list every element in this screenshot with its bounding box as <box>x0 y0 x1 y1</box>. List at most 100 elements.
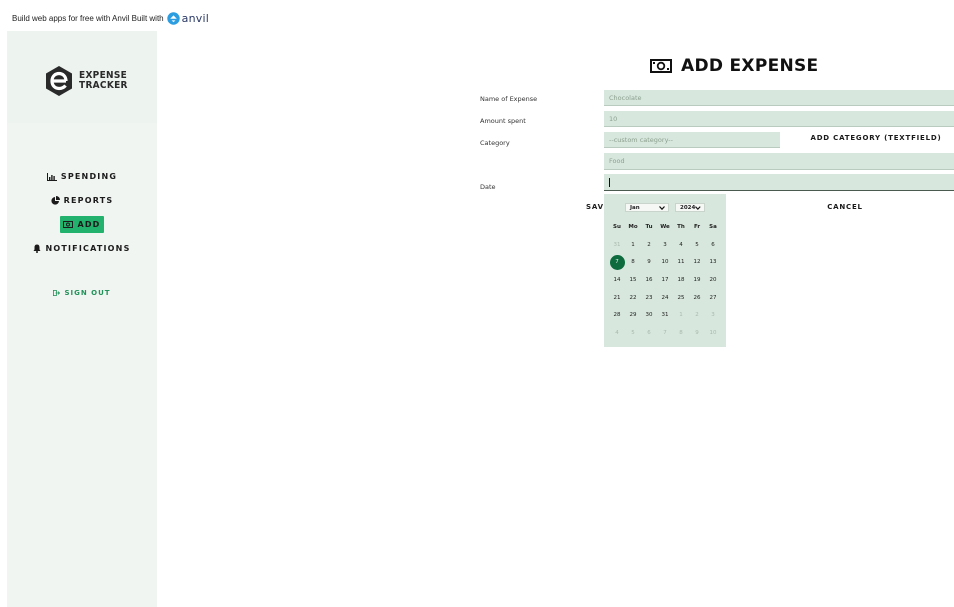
expense-tracker-logo-icon <box>46 66 72 96</box>
calendar-day[interactable]: 25 <box>673 289 689 307</box>
calendar-day[interactable]: 16 <box>641 271 657 289</box>
anvil-logo[interactable]: anvil <box>166 11 209 25</box>
chevron-down-icon <box>659 205 665 210</box>
weekday-header: Sa <box>709 223 717 230</box>
calendar-day[interactable]: 28 <box>609 306 625 324</box>
sidebar: EXPENSE TRACKER SPENDING REPORTS ADD NOT… <box>7 31 157 607</box>
calendar-day[interactable]: 14 <box>609 271 625 289</box>
amount-label: Amount spent <box>480 117 526 125</box>
calendar-day[interactable]: 2 <box>689 306 705 324</box>
calendar-day[interactable]: 3 <box>657 236 673 254</box>
page-title-text: ADD EXPENSE <box>681 56 819 76</box>
calendar-day[interactable]: 9 <box>641 253 657 271</box>
nav-notifications[interactable]: NOTIFICATIONS <box>7 244 157 253</box>
calendar-grid: Su Mo Tu We Th Fr Sa 31 1 2 3 4 5 6 7 8 9 10 11 12 13 14 15 16 1… <box>609 218 721 342</box>
weekday-header: Su <box>613 223 621 230</box>
calendar-day[interactable]: 4 <box>609 324 625 342</box>
calendar-day[interactable]: 5 <box>625 324 641 342</box>
amount-input[interactable]: 10 <box>604 111 954 127</box>
custom-category-input[interactable]: --custom category-- <box>604 132 780 148</box>
nav-spending-label: SPENDING <box>60 172 118 181</box>
calendar-day[interactable]: 19 <box>689 271 705 289</box>
nav-add-label: ADD <box>77 220 101 229</box>
calendar-day[interactable]: 31 <box>609 236 625 254</box>
sign-out-icon <box>53 290 61 296</box>
calendar-day[interactable]: 1 <box>625 236 641 254</box>
weekday-header: Mo <box>628 223 638 230</box>
weekday-header: We <box>660 223 670 230</box>
calendar-day[interactable]: 7 <box>657 324 673 342</box>
calendar-day[interactable]: 7 <box>609 253 625 271</box>
calendar-day[interactable]: 10 <box>657 253 673 271</box>
text-caret <box>609 177 610 187</box>
calendar-day[interactable]: 4 <box>673 236 689 254</box>
calendar-day[interactable]: 23 <box>641 289 657 307</box>
app-logo[interactable]: EXPENSE TRACKER <box>43 65 128 97</box>
calendar-day[interactable]: 21 <box>609 289 625 307</box>
sign-out-link[interactable]: SIGN OUT <box>7 289 157 297</box>
calendar-day[interactable]: 12 <box>689 253 705 271</box>
date-label: Date <box>480 183 496 191</box>
calendar-day[interactable]: 5 <box>689 236 705 254</box>
month-select[interactable]: Jan <box>625 203 669 212</box>
calendar-day[interactable]: 6 <box>705 236 721 254</box>
calendar-day[interactable]: 8 <box>673 324 689 342</box>
weekday-header: Th <box>677 223 685 230</box>
calendar-day[interactable]: 24 <box>657 289 673 307</box>
calendar-day[interactable]: 6 <box>641 324 657 342</box>
weekday-header: Tu <box>645 223 653 230</box>
bar-chart-icon <box>46 172 57 181</box>
category-select[interactable]: Food <box>604 153 954 170</box>
anvil-icon <box>166 11 180 25</box>
calendar-day[interactable]: 26 <box>689 289 705 307</box>
calendar-day[interactable]: 30 <box>641 306 657 324</box>
selected-day: 7 <box>609 254 625 270</box>
page-title: ADD EXPENSE <box>650 56 818 76</box>
calendar-day[interactable]: 17 <box>657 271 673 289</box>
category-label: Category <box>480 139 510 147</box>
calendar-day[interactable]: 18 <box>673 271 689 289</box>
calendar-header: Jan 2024 <box>604 203 726 212</box>
anvil-banner[interactable]: Build web apps for free with Anvil Built… <box>12 10 209 26</box>
pie-chart-icon <box>51 196 60 205</box>
calendar-day[interactable]: 1 <box>673 306 689 324</box>
calendar-day[interactable]: 3 <box>705 306 721 324</box>
date-input[interactable] <box>604 174 954 191</box>
year-value: 2024 <box>680 204 696 211</box>
year-select[interactable]: 2024 <box>675 203 705 212</box>
date-picker-calendar: Jan 2024 Su Mo Tu We Th Fr Sa 31 1 2 3 4 5 6 7 8 9 10 11 12… <box>604 194 726 347</box>
banner-text: Build web apps for free with Anvil Built… <box>12 13 164 23</box>
expense-name-input[interactable]: Chocolate <box>604 90 954 106</box>
money-bill-icon <box>650 59 672 73</box>
calendar-day[interactable]: 8 <box>625 253 641 271</box>
bell-icon <box>33 244 41 253</box>
calendar-day[interactable]: 9 <box>689 324 705 342</box>
nav-reports[interactable]: REPORTS <box>7 196 157 205</box>
month-value: Jan <box>630 204 640 211</box>
logo-line-2: TRACKER <box>79 80 128 91</box>
nav-add[interactable]: ADD <box>60 216 104 233</box>
anvil-wordmark: anvil <box>181 11 209 25</box>
chevron-down-icon <box>695 205 701 210</box>
calendar-day[interactable]: 2 <box>641 236 657 254</box>
calendar-day[interactable]: 10 <box>705 324 721 342</box>
sign-out-label: SIGN OUT <box>64 289 111 297</box>
calendar-day[interactable]: 22 <box>625 289 641 307</box>
weekday-header: Fr <box>693 223 701 230</box>
calendar-day[interactable]: 27 <box>705 289 721 307</box>
logo-text: EXPENSE TRACKER <box>79 71 128 91</box>
nav-notifications-label: NOTIFICATIONS <box>45 244 131 253</box>
calendar-day[interactable]: 13 <box>705 253 721 271</box>
logo-area: EXPENSE TRACKER <box>7 31 157 123</box>
calendar-day[interactable]: 20 <box>705 271 721 289</box>
calendar-day[interactable]: 15 <box>625 271 641 289</box>
name-label: Name of Expense <box>480 95 538 103</box>
add-category-button[interactable]: ADD CATEGORY (TEXTFIELD) <box>806 134 946 142</box>
cancel-button[interactable]: CANCEL <box>810 203 880 211</box>
calendar-day[interactable]: 31 <box>657 306 673 324</box>
calendar-day[interactable]: 29 <box>625 306 641 324</box>
calendar-day[interactable]: 11 <box>673 253 689 271</box>
nav-reports-label: REPORTS <box>63 196 114 205</box>
save-button[interactable]: SAV <box>586 203 606 211</box>
nav-spending[interactable]: SPENDING <box>7 172 157 181</box>
